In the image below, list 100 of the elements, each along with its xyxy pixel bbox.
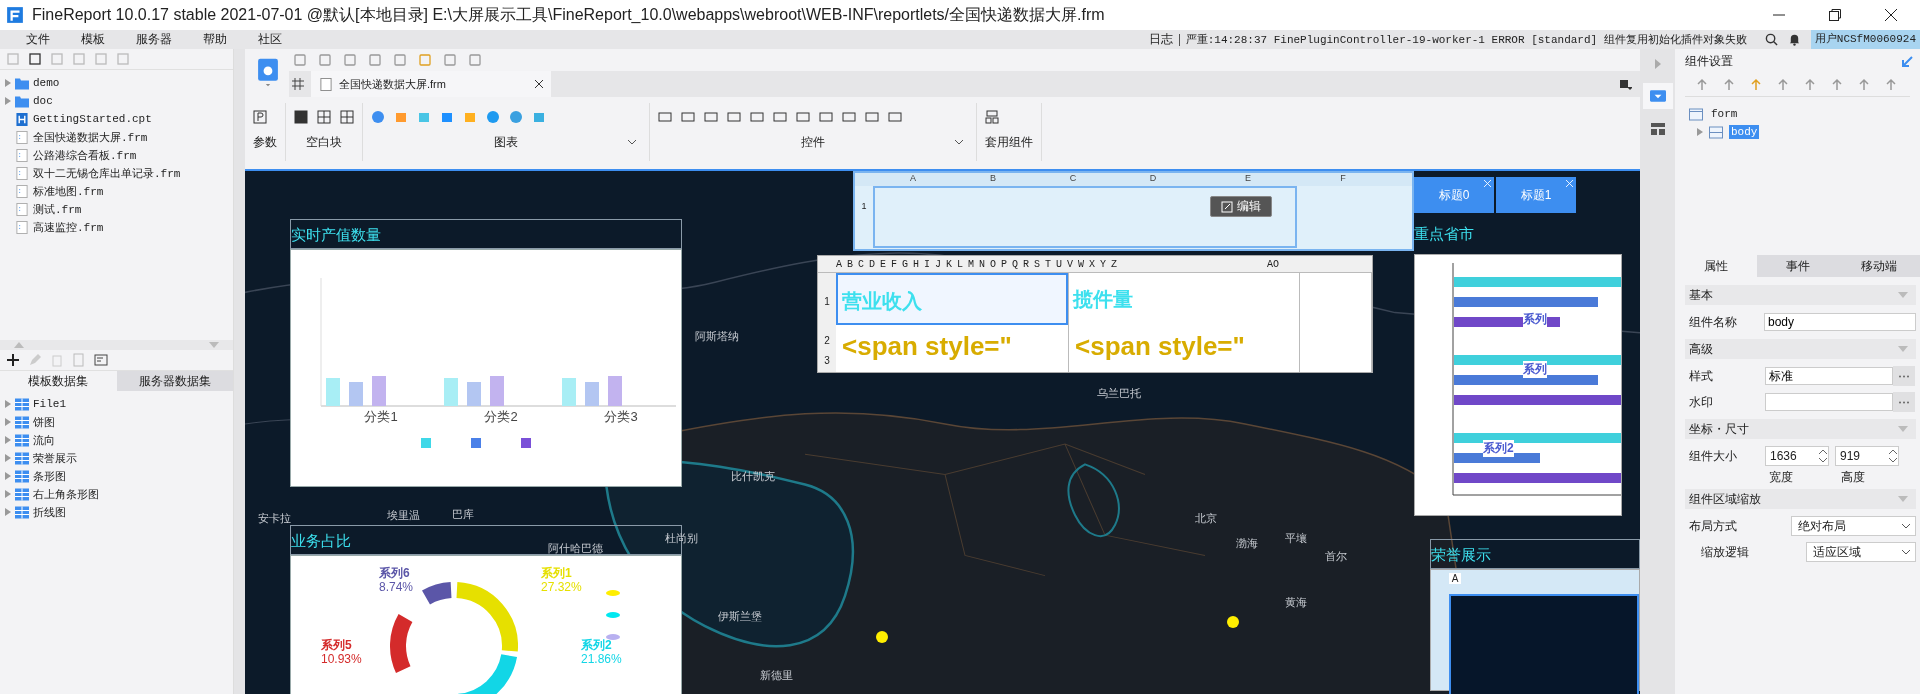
more-button[interactable] [1893,392,1915,412]
template-item[interactable]: 测试.frm [0,200,233,218]
dataset-icon [15,451,29,465]
template-item[interactable]: 公路港综合看板.frm [0,146,233,164]
name-field[interactable]: body [1764,313,1916,331]
section-header[interactable]: 坐标・尺寸 [1685,419,1916,439]
column-header: A [909,173,917,185]
dataset-tab[interactable]: 服务器数据集 [116,371,233,391]
layout-icon[interactable] [1649,123,1666,135]
edit-button[interactable]: 编辑 [1210,196,1272,217]
dataset-item[interactable]: 条形图 [0,467,233,485]
select-field[interactable]: 适应区域 [1806,542,1916,562]
axis-label: 分类3 [604,408,638,426]
collapse-up-icon[interactable] [14,342,24,348]
group-label: 控件 [801,133,825,151]
section-header[interactable]: 组件区域缩放 [1685,489,1916,509]
dataset-item[interactable]: 饼图 [0,413,233,431]
move-up-icon[interactable] [1857,78,1871,92]
text-field-icon[interactable] [658,110,672,124]
menu-item[interactable]: 服务器 [136,31,172,48]
chevron-down-icon[interactable] [954,139,964,145]
search-icon[interactable] [1764,33,1778,46]
more-button[interactable] [1893,366,1915,386]
add-icon[interactable] [6,353,20,367]
move-top-icon[interactable] [1803,78,1817,92]
field-caption: 高度 [1841,468,1866,486]
refresh-icon[interactable] [28,52,42,66]
block-icon[interactable] [294,110,308,124]
app-logo-icon [6,6,24,24]
edit-icon[interactable] [28,353,42,367]
close-icon[interactable] [1884,8,1898,22]
template-item[interactable]: 高速监控.frm [0,218,233,236]
select-field[interactable]: 绝对布局 [1791,516,1916,536]
template-item[interactable]: GettingStarted.cpt [0,110,233,128]
dataset-item[interactable]: 折线图 [0,503,233,521]
template-item[interactable]: 标准地图.frm [0,182,233,200]
menu-item[interactable]: 文件 [26,31,50,48]
menu-item[interactable]: 社区 [258,31,282,48]
template-logo-icon[interactable] [257,57,279,87]
dataset-edit-icon[interactable] [94,353,108,367]
percent-label: 27.32% [541,580,582,594]
log-link[interactable]: 日志 [1148,31,1173,48]
property-tab[interactable]: 事件 [1756,255,1839,277]
pie-chart-icon[interactable] [371,110,385,124]
arrow-icon[interactable] [1900,54,1914,69]
stepper-icon[interactable] [1818,448,1828,464]
section-header[interactable]: 高级 [1685,339,1916,359]
style-field[interactable]: 标准 [1765,367,1893,385]
caret-icon[interactable] [5,490,11,498]
menu-icon[interactable] [1618,77,1632,91]
dataset-item[interactable]: 右上角条形图 [0,485,233,503]
map-label: 巴库 [452,507,474,522]
parameter-icon[interactable] [253,110,267,124]
body-icon [1709,125,1723,139]
component-settings-button[interactable] [1642,83,1673,109]
dataset-item[interactable]: File1 [0,395,233,413]
property-tab[interactable]: 移动端 [1838,255,1920,277]
expand-icon[interactable] [1654,59,1661,69]
menu-item[interactable]: 帮助 [203,31,227,48]
caret-icon[interactable] [5,418,11,426]
caret-icon[interactable] [5,79,11,87]
collapse-down-icon[interactable] [209,342,219,348]
caret-icon[interactable] [5,400,11,408]
section-header[interactable]: 基本 [1685,285,1916,305]
percent-label: 10.93% [321,652,362,666]
close-icon[interactable] [535,80,543,88]
restore-icon[interactable] [1828,8,1842,22]
group-label: 空白块 [306,133,342,151]
document-tab[interactable]: 全国快递数据大屏.frm [311,71,551,97]
grid-icon[interactable] [291,77,305,91]
caret-icon[interactable] [5,472,11,480]
template-item[interactable]: 全国快递数据大屏.frm [0,128,233,146]
split-block-icon[interactable] [317,110,331,124]
caret-icon[interactable] [5,97,11,105]
stepper-icon[interactable] [1888,448,1898,464]
map-point-icon [1227,616,1239,628]
template-item[interactable]: demo [0,74,233,92]
caret-icon[interactable] [1697,128,1703,136]
template-item[interactable]: 双十二无锡仓库出单记录.frm [0,164,233,182]
bar [490,376,504,406]
height-spinner[interactable]: 919 [1835,446,1899,466]
tree-item[interactable]: form [1709,107,1740,121]
dataset-item[interactable]: 流向 [0,431,233,449]
style-field[interactable] [1765,393,1893,411]
user-badge[interactable]: 用户NCSfM0060924 [1810,30,1920,49]
caret-icon[interactable] [5,436,11,444]
caret-icon[interactable] [5,454,11,462]
column-header: AO [1266,258,1280,270]
bar [444,378,458,406]
caret-icon[interactable] [5,508,11,516]
width-spinner[interactable]: 1636 [1765,446,1829,466]
column-header: A [1449,572,1461,584]
form-file-icon [319,77,333,91]
chevron-down-icon[interactable] [627,139,637,145]
dataset-item[interactable]: 荣誉展示 [0,449,233,467]
dataset-icon [15,397,29,411]
layout-icon[interactable] [985,110,999,124]
template-item[interactable]: doc [0,92,233,110]
menu-item[interactable]: 模板 [81,31,105,48]
layout-block-icon[interactable] [340,110,354,124]
